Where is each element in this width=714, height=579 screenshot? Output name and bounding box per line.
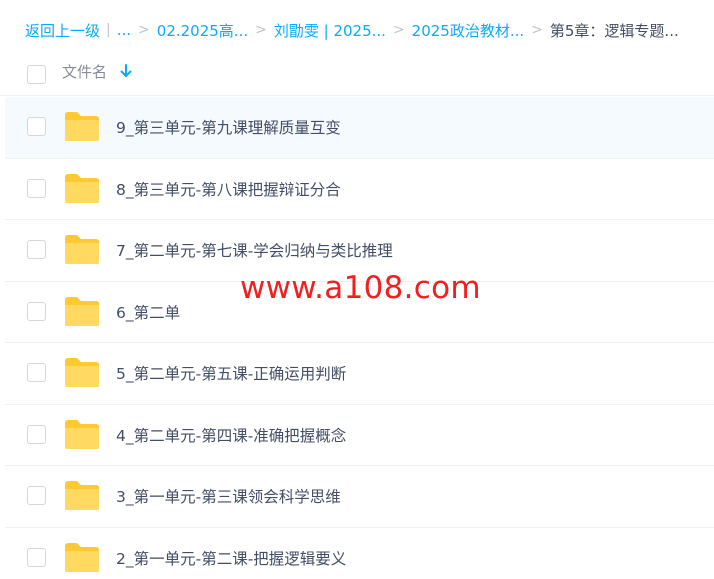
column-header-filename[interactable]: 文件名 — [62, 61, 107, 82]
file-name[interactable]: 7_第二单元-第七课-学会归纳与类比推理 — [116, 239, 393, 261]
breadcrumb-current: 第5章：逻辑专题... — [549, 21, 679, 40]
back-link[interactable]: 返回上一级 — [25, 20, 100, 41]
table-row[interactable]: 5_第二单元-第五课-正确运用判断 — [5, 343, 714, 405]
row-checkbox[interactable] — [27, 240, 46, 259]
breadcrumb-item-1[interactable]: 刘勖雯 | 2025... — [274, 20, 386, 41]
row-checkbox[interactable] — [27, 178, 46, 198]
folder-icon — [63, 234, 101, 265]
breadcrumb-ellipsis[interactable]: ... — [117, 21, 131, 39]
breadcrumb-item-2[interactable]: 2025政治教材... — [412, 20, 524, 41]
file-name[interactable]: 6_第二单 — [116, 301, 180, 323]
file-name[interactable]: 9_第三单元-第九课理解质量互变 — [116, 116, 341, 138]
watermark: www.a108.com — [240, 270, 481, 306]
chevron-right-icon: > — [255, 22, 267, 38]
folder-icon — [63, 480, 101, 511]
table-row[interactable]: 2_第一单元-第二课-把握逻辑要义 — [5, 528, 714, 579]
table-row[interactable]: 3_第一单元-第三课领会科学思维 — [5, 466, 714, 528]
chevron-right-icon: > — [138, 22, 150, 38]
breadcrumb-item-0[interactable]: 02.2025高... — [157, 20, 248, 41]
row-checkbox[interactable] — [27, 301, 46, 321]
table-row[interactable]: 9_第三单元-第九课理解质量互变 — [5, 97, 714, 159]
row-checkbox[interactable] — [27, 486, 46, 505]
list-header: 文件名 — [0, 54, 714, 96]
row-checkbox[interactable] — [27, 363, 46, 382]
folder-icon — [63, 542, 101, 573]
row-checkbox[interactable] — [27, 424, 46, 444]
chevron-right-icon: > — [392, 22, 405, 38]
file-name[interactable]: 3_第一单元-第三课领会科学思维 — [116, 485, 341, 507]
folder-icon — [63, 111, 101, 142]
breadcrumb: 返回上一级 | ... > 02.2025高... > 刘勖雯 | 2025..… — [25, 18, 679, 42]
breadcrumb-divider: | — [106, 22, 111, 38]
file-list: 9_第三单元-第九课理解质量互变 8_第三单元-第八课把握辩证分合 7_第二单元-第… — [5, 97, 714, 579]
select-all-checkbox[interactable] — [27, 65, 46, 84]
folder-icon — [63, 296, 101, 327]
file-name[interactable]: 8_第三单元-第八课把握辩证分合 — [116, 178, 341, 200]
table-row[interactable]: 8_第三单元-第八课把握辩证分合 — [5, 159, 714, 220]
row-checkbox[interactable] — [27, 547, 46, 567]
folder-icon — [63, 419, 101, 450]
table-row[interactable]: 4_第二单元-第四课-准确把握概念 — [5, 405, 714, 466]
file-name[interactable]: 5_第二单元-第五课-正确运用判断 — [116, 362, 346, 384]
file-name[interactable]: 2_第一单元-第二课-把握逻辑要义 — [116, 547, 346, 569]
row-checkbox[interactable] — [27, 117, 46, 136]
file-name[interactable]: 4_第二单元-第四课-准确把握概念 — [116, 424, 346, 446]
sort-arrow-down-icon[interactable] — [119, 62, 133, 80]
folder-icon — [63, 357, 101, 388]
folder-icon — [63, 173, 101, 204]
chevron-right-icon: > — [531, 22, 543, 38]
